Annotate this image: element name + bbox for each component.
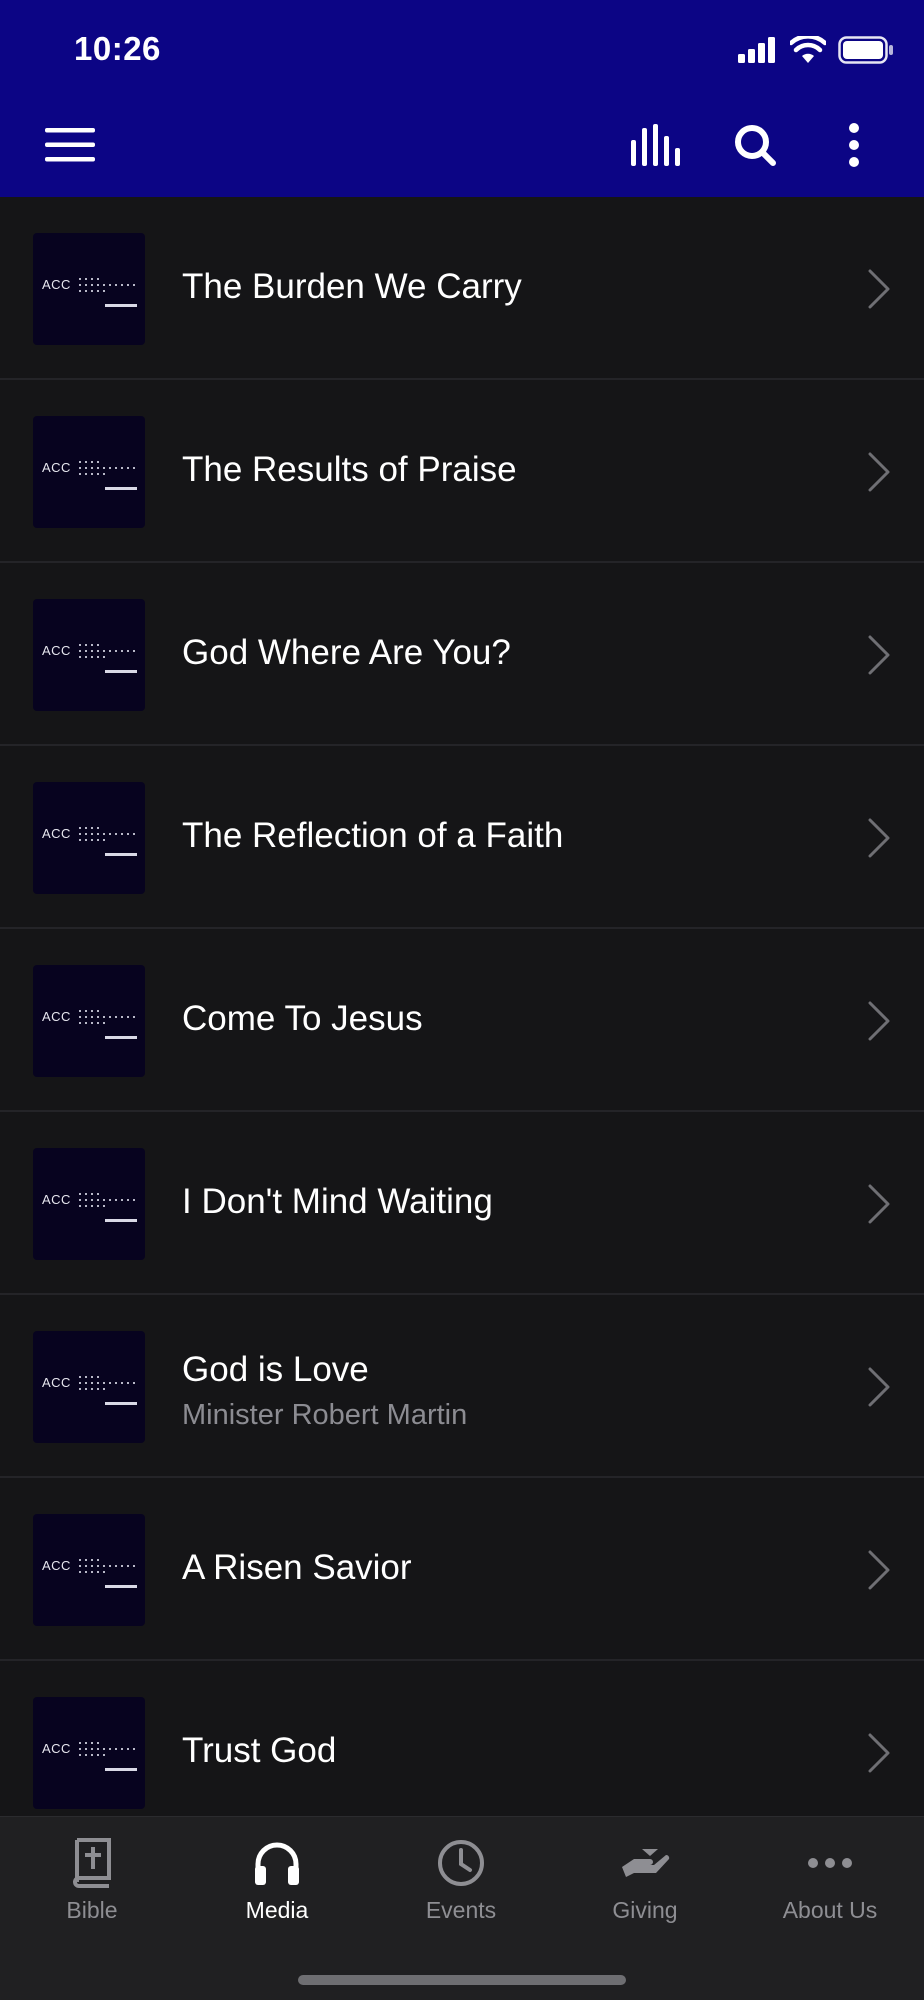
thumbnail-bar [105,487,137,490]
home-indicator [298,1975,626,1985]
thumbnail-pattern [79,1193,135,1207]
media-list-item[interactable]: ACC The Results of Praise [0,380,924,563]
media-list-item[interactable]: ACC A Risen Savior [0,1478,924,1661]
thumbnail-bar [105,1036,137,1039]
thumbnail-pattern [79,461,135,475]
chevron-right-icon [868,1733,890,1773]
media-list-item[interactable]: ACC Come To Jesus [0,929,924,1112]
search-button[interactable] [720,110,790,185]
media-list: ACC The Burden We Carry ACC The Results … [0,197,924,1844]
giving-hand-icon [617,1835,673,1891]
media-title: God Where Are You? [182,633,511,672]
tab-label: Events [425,1897,497,1923]
thumbnail-pattern [79,827,135,841]
tab-label: Bible [66,1897,118,1923]
cellular-signal-icon [738,37,778,68]
chevron-right-icon [868,635,890,675]
tab-bible[interactable]: Bible [0,1817,184,1947]
audio-bars-icon [631,124,683,171]
media-title: Come To Jesus [182,999,423,1038]
bible-icon [64,1835,120,1891]
chevron-right-icon [868,1184,890,1224]
media-title: I Don't Mind Waiting [182,1182,493,1221]
tab-events[interactable]: Events [369,1817,553,1947]
thumbnail-bar [105,853,137,856]
thumbnail-text: ACC [42,1741,71,1756]
media-thumbnail: ACC [33,416,145,528]
chevron-right-icon [868,1367,890,1407]
media-list-item[interactable]: ACC The Burden We Carry [0,197,924,380]
chevron-right-icon [868,818,890,858]
thumbnail-pattern [79,1742,135,1756]
media-list-item[interactable]: ACC The Reflection of a Faith [0,746,924,929]
toolbar [0,110,924,185]
media-thumbnail: ACC [33,1331,145,1443]
thumbnail-text: ACC [42,1375,71,1390]
media-list-item[interactable]: ACC God is Love Minister Robert Martin [0,1295,924,1478]
app-header: 10:26 [0,0,924,197]
media-thumbnail: ACC [33,1697,145,1809]
chevron-right-icon [868,269,890,309]
thumbnail-text: ACC [42,1558,71,1573]
media-title: Trust God [182,1731,337,1770]
media-thumbnail: ACC [33,1148,145,1260]
clock-icon [433,1835,489,1891]
thumbnail-bar [105,1219,137,1222]
thumbnail-text: ACC [42,826,71,841]
menu-button[interactable] [35,110,105,185]
headphones-icon [249,1835,305,1891]
media-title: A Risen Savior [182,1548,412,1587]
thumbnail-text: ACC [42,277,71,292]
tab-media[interactable]: Media [185,1817,369,1947]
chevron-right-icon [868,452,890,492]
thumbnail-pattern [79,1376,135,1390]
more-horizontal-icon [802,1835,858,1891]
battery-icon [838,36,894,69]
media-thumbnail: ACC [33,782,145,894]
thumbnail-bar [105,670,137,673]
media-thumbnail: ACC [33,233,145,345]
media-list-item[interactable]: ACC I Don't Mind Waiting [0,1112,924,1295]
media-list-item[interactable]: ACC God Where Are You? [0,563,924,746]
wifi-icon [788,34,828,69]
thumbnail-pattern [79,644,135,658]
chevron-right-icon [868,1550,890,1590]
media-thumbnail: ACC [33,1514,145,1626]
media-thumbnail: ACC [33,599,145,711]
chevron-right-icon [868,1001,890,1041]
thumbnail-text: ACC [42,643,71,658]
thumbnail-bar [105,1768,137,1771]
thumbnail-pattern [79,278,135,292]
hamburger-menu-icon [45,128,95,167]
tab-bar: Bible Media Events Giving About Us [0,1816,924,2000]
tab-label: Giving [612,1897,678,1923]
thumbnail-bar [105,1585,137,1588]
now-playing-button[interactable] [622,110,692,185]
media-title: God is Love [182,1350,369,1389]
media-thumbnail: ACC [33,965,145,1077]
media-title: The Reflection of a Faith [182,816,564,855]
status-icons [738,34,894,69]
tab-about-us[interactable]: About Us [738,1817,922,1947]
search-icon [733,123,777,172]
media-title: The Burden We Carry [182,267,522,306]
thumbnail-bar [105,1402,137,1405]
more-vertical-icon [848,122,860,173]
thumbnail-pattern [79,1010,135,1024]
thumbnail-bar [105,304,137,307]
media-title: The Results of Praise [182,450,517,489]
thumbnail-text: ACC [42,1009,71,1024]
tab-label: About Us [782,1897,878,1923]
thumbnail-text: ACC [42,1192,71,1207]
thumbnail-text: ACC [42,460,71,475]
media-subtitle: Minister Robert Martin [182,1399,468,1431]
more-options-button[interactable] [819,110,889,185]
status-time: 10:26 [74,30,161,67]
tab-label: Media [245,1897,309,1923]
tab-giving[interactable]: Giving [553,1817,737,1947]
thumbnail-pattern [79,1559,135,1573]
